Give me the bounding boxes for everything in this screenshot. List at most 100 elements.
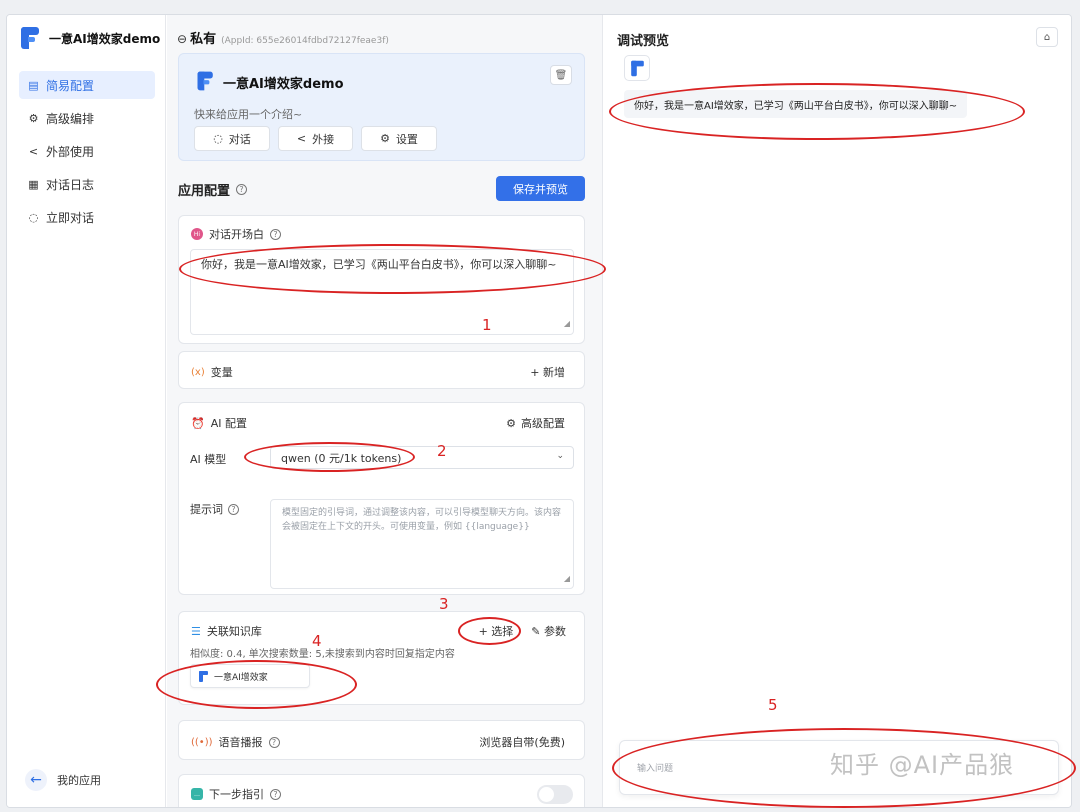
kb-logo-icon (199, 670, 208, 682)
voice-panel[interactable]: ((•)) 语音播报 ? 浏览器自带(免费) (178, 720, 585, 760)
ai-config-header: ⏰ AI 配置 (191, 415, 247, 431)
sidebar: 一意AI增效家demo ▤ 简易配置 ⚙ 高级编排 < 外部使用 ▦ 对话日志 … (7, 15, 166, 807)
app-id: (AppId: 655e26014fdbd72127feae3f) (221, 36, 389, 46)
help-icon[interactable]: ? (268, 736, 280, 748)
next-step-panel: … 下一步指引 ? (178, 774, 585, 807)
ai-config-panel: ⏰ AI 配置 ⚙ 高级配置 AI 模型 qwen (0 元/1k tokens… (178, 402, 585, 595)
help-icon[interactable]: ? (270, 228, 281, 240)
broadcast-icon: ((•)) (191, 736, 213, 748)
voice-value[interactable]: 浏览器自带(免费) (479, 734, 565, 750)
external-button-label: 外接 (312, 132, 335, 146)
gear-icon: ⚙ (28, 111, 39, 125)
debug-preview-panel: 调试预览 ⌂ 你好，我是一意AI增效家，已学习《两山平台白皮书》，你可以深入聊聊… (604, 15, 1071, 807)
privacy-label: 私有 (190, 32, 217, 47)
variables-header: (x) 变量 (191, 364, 233, 380)
sidebar-item-logs[interactable]: ▦ 对话日志 (19, 170, 155, 198)
share-icon: < (28, 144, 39, 158)
help-icon[interactable]: ? (228, 503, 239, 515)
opening-icon: Hi (191, 228, 203, 240)
back-to-my-apps[interactable]: ← 我的应用 (25, 769, 101, 791)
annotation-number: 1 (482, 316, 492, 334)
sidebar-item-label: 立即对话 (46, 210, 95, 225)
annotation-number: 5 (768, 696, 778, 714)
settings-button[interactable]: ⚙ 设置 (361, 126, 437, 151)
next-step-toggle[interactable] (537, 785, 573, 804)
gear-icon: ⚙ (380, 132, 390, 145)
advanced-config-button[interactable]: ⚙ 高级配置 (506, 415, 565, 431)
share-icon: < (296, 132, 307, 145)
variables-panel: (x) 变量 + 新增 (178, 351, 585, 389)
prompt-placeholder: 模型固定的引导词，通过调整该内容，可以引导模型聊天方向。该内容会被固定在上下文的… (282, 508, 562, 532)
model-label: AI 模型 (190, 453, 227, 466)
kb-params-label: 参数 (544, 625, 566, 638)
chat-icon: ◌ (28, 210, 39, 224)
config-panel: ⊖ 私有 (AppId: 655e26014fdbd72127feae3f) 一… (167, 15, 603, 807)
settings-button-label: 设置 (395, 132, 418, 146)
sidebar-item-simple-config[interactable]: ▤ 简易配置 (19, 71, 155, 99)
kb-meta: 相似度: 0.4, 单次搜索数量: 5,未搜索到内容时回复指定内容 (190, 649, 455, 660)
brand: 一意AI增效家demo (21, 27, 160, 49)
knowledge-base-actions: + 选择 ✎ 参数 (479, 623, 566, 639)
opening-message-title: 对话开场白 (209, 228, 264, 241)
select-kb-button[interactable]: + 选择 (479, 623, 514, 639)
bot-message: 你好，我是一意AI增效家，已学习《两山平台白皮书》，你可以深入聊聊~ (624, 90, 968, 118)
add-variable-button[interactable]: + 新增 (530, 364, 565, 380)
app-window: 一意AI增效家demo ▤ 简易配置 ⚙ 高级编排 < 外部使用 ▦ 对话日志 … (6, 14, 1072, 808)
chat-button[interactable]: ◌ 对话 (194, 126, 270, 151)
sidebar-item-label: 对话日志 (46, 177, 95, 192)
back-label: 我的应用 (57, 774, 101, 787)
app-description[interactable]: 快来给应用一个介绍~ (194, 106, 302, 122)
help-icon[interactable]: ? (236, 184, 248, 195)
clear-chat-button[interactable]: ⌂ (1036, 27, 1058, 47)
bot-logo-icon (630, 60, 644, 76)
prompt-input[interactable]: 模型固定的引导词，通过调整该内容，可以引导模型聊天方向。该内容会被固定在上下文的… (270, 499, 574, 589)
resize-handle-icon[interactable]: ◢ (564, 572, 570, 586)
arrow-left-icon: ← (25, 769, 47, 791)
sidebar-item-label: 简易配置 (46, 78, 95, 93)
app-card-actions: ◌ 对话 < 外接 ⚙ 设置 (194, 126, 437, 151)
app-logo-icon (197, 71, 215, 91)
app-header: ⊖ 私有 (AppId: 655e26014fdbd72127feae3f) (177, 28, 389, 47)
prompt-label: 提示词 (190, 503, 223, 516)
sidebar-item-external[interactable]: < 外部使用 (19, 137, 155, 165)
trash-icon: 🗑 (554, 69, 568, 81)
ai-config-title: AI 配置 (210, 417, 247, 430)
delete-button[interactable]: 🗑 (550, 65, 572, 85)
knowledge-base-title: 关联知识库 (206, 625, 262, 638)
sidebar-item-advanced[interactable]: ⚙ 高级编排 (19, 104, 155, 132)
sidebar-item-chat-now[interactable]: ◌ 立即对话 (19, 203, 155, 231)
bot-avatar (624, 55, 650, 81)
annotation-number: 3 (439, 595, 449, 613)
annotation-number: 2 (437, 442, 447, 460)
chat-input-placeholder: 输入问题 (637, 764, 674, 774)
log-icon: ▦ (28, 177, 39, 191)
voice-title: 语音播报 (218, 736, 263, 749)
save-and-preview-button[interactable]: 保存并预览 (496, 176, 585, 201)
broom-icon: ⌂ (1043, 31, 1051, 43)
resize-handle-icon[interactable]: ◢ (564, 316, 570, 332)
app-config-heading: 应用配置 ? (178, 180, 248, 199)
app-logo-icon (21, 27, 41, 49)
annotation-number: 4 (312, 632, 322, 650)
watermark: 知乎 @AI产品狼 (830, 751, 1015, 779)
kb-params-button[interactable]: ✎ 参数 (531, 623, 566, 639)
next-step-header: … 下一步指引 ? (191, 786, 281, 802)
preview-title: 调试预览 (617, 34, 670, 49)
alarm-icon: ⏰ (191, 416, 205, 430)
kb-chip[interactable]: 一意AI增效家 (190, 664, 310, 688)
app-card: 一意AI增效家demo 🗑 快来给应用一个介绍~ ◌ 对话 < 外接 ⚙ 设置 (178, 53, 585, 161)
opening-message-input[interactable]: 你好，我是一意AI增效家，已学习《两山平台白皮书》，你可以深入聊聊~ ◢ (190, 249, 574, 335)
opening-message-header: Hi 对话开场白 ? (191, 226, 281, 242)
knowledge-base-panel: ☰ 关联知识库 + 选择 ✎ 参数 相似度: 0.4, 单次搜索数量: 5,未搜… (178, 611, 585, 705)
model-select[interactable]: qwen (0 元/1k tokens) ⌄ (270, 446, 574, 469)
external-button[interactable]: < 外接 (278, 126, 353, 151)
database-icon: ☰ (191, 624, 201, 638)
opening-message-panel: Hi 对话开场白 ? 你好，我是一意AI增效家，已学习《两山平台白皮书》，你可以… (178, 215, 585, 344)
sidebar-item-label: 外部使用 (46, 144, 95, 159)
advanced-config-label: 高级配置 (521, 417, 565, 430)
chat-button-label: 对话 (228, 132, 251, 146)
variable-icon: (x) (191, 366, 205, 378)
kb-chip-label: 一意AI增效家 (214, 672, 268, 683)
variables-title: 变量 (210, 366, 233, 379)
help-icon[interactable]: ? (270, 788, 281, 800)
